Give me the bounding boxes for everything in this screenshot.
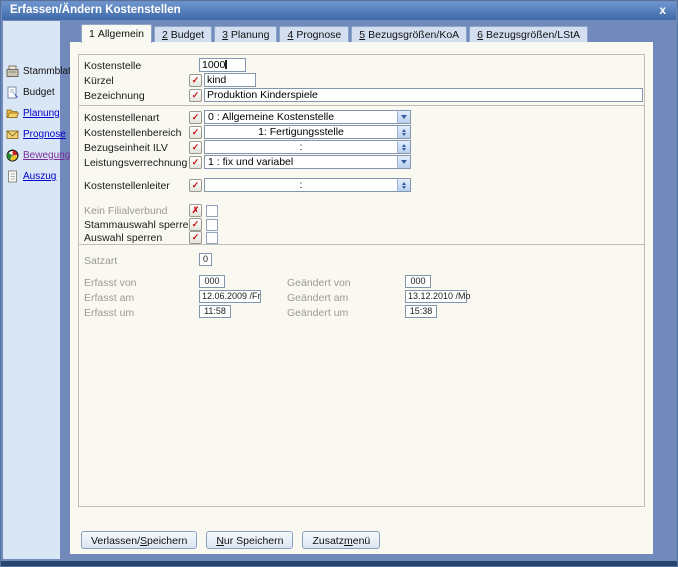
satzart-value: 0 xyxy=(199,253,212,266)
erfasst-um-label: Erfasst um xyxy=(84,307,134,319)
app-window: Erfassen/Ändern Kostenstellen x Stammbla… xyxy=(0,0,678,567)
window-title: Erfassen/Ändern Kostenstellen xyxy=(10,4,181,16)
geaendert-von-value: 000 xyxy=(405,275,431,288)
document-pen-icon xyxy=(6,86,19,99)
sidebar-label: Auszug xyxy=(23,171,56,182)
footer-button-bar: Verlassen/Speichern Nur Speichern Zusatz… xyxy=(81,531,380,549)
tab-page-allgemein: Kostenstelle 1000 Kürzel ✓ kind Bezeichn… xyxy=(70,42,653,554)
bezeichnung-input[interactable]: Produktion Kinderspiele xyxy=(204,88,643,102)
sidebar-item-bewegung[interactable]: Bewegung xyxy=(3,149,60,162)
tab-prognose[interactable]: 4Prognose xyxy=(279,26,349,43)
dropdown-arrow-icon[interactable] xyxy=(397,156,410,168)
sidebar-item-prognose[interactable]: Prognose xyxy=(3,128,60,141)
satzart-label: Satzart xyxy=(84,255,117,267)
window-bottom-edge xyxy=(1,561,677,566)
sidebar-item-stammblatt[interactable]: Stammblatt xyxy=(3,65,60,78)
spinner-updown-icon[interactable] xyxy=(397,126,410,138)
kuerzel-label: Kürzel xyxy=(84,75,114,87)
kein-filialverbund-label: Kein Filialverbund xyxy=(84,205,167,217)
color-wheel-icon xyxy=(6,149,19,162)
form-group: Kostenstelle 1000 Kürzel ✓ kind Bezeichn… xyxy=(78,54,645,507)
spinner-updown-icon[interactable] xyxy=(397,141,410,153)
field-check-icon[interactable]: ✓ xyxy=(189,126,202,139)
zusatzmenu-button[interactable]: Zusatzmenü xyxy=(302,531,380,549)
auswahl-sperren-label: Auswahl sperren xyxy=(84,232,162,244)
geaendert-von-label: Geändert von xyxy=(287,277,351,289)
erfasst-von-value: 000 xyxy=(199,275,225,288)
stammauswahl-sperren-label: Stammauswahl sperren xyxy=(84,219,194,231)
separator xyxy=(79,244,644,245)
auswahl-sperren-checkbox[interactable] xyxy=(206,232,218,244)
sidebar-label: Prognose xyxy=(23,129,66,140)
close-button[interactable]: x xyxy=(659,2,666,19)
tab-bezugsgroessen-lsta[interactable]: 6Bezugsgrößen/LStA xyxy=(469,26,588,43)
field-check-icon[interactable]: ✓ xyxy=(189,141,202,154)
bezugseinheit-ilv-label: Bezugseinheit ILV xyxy=(84,142,168,154)
kostenstellenart-dropdown[interactable]: 0 : Allgemeine Kostenstelle xyxy=(204,110,411,124)
sidebar: Stammblatt Budget Planung Prognose xyxy=(3,21,60,559)
dropdown-arrow-icon[interactable] xyxy=(397,111,410,123)
text-caret xyxy=(225,60,227,69)
sidebar-label: Bewegung xyxy=(23,150,70,161)
separator xyxy=(79,105,644,106)
erfasst-am-label: Erfasst am xyxy=(84,292,134,304)
leistungsverrechnung-label: Leistungsverrechnung xyxy=(84,157,187,169)
geaendert-um-label: Geändert um xyxy=(287,307,348,319)
sidebar-item-budget[interactable]: Budget xyxy=(3,86,60,99)
open-folder-icon xyxy=(6,107,19,120)
letter-icon xyxy=(6,128,19,141)
kostenstellenbereich-label: Kostenstellenbereich xyxy=(84,127,181,139)
kostenstelle-input[interactable]: 1000 xyxy=(199,58,246,72)
tab-allgemein[interactable]: 1Allgemein xyxy=(81,24,152,43)
geaendert-am-label: Geändert am xyxy=(287,292,348,304)
erfasst-von-label: Erfasst von xyxy=(84,277,137,289)
erfasst-am-value: 12.06.2009 /Fr xyxy=(199,290,261,303)
tab-budget[interactable]: 2Budget xyxy=(154,26,212,43)
field-check-icon[interactable]: ✓ xyxy=(189,231,202,244)
geaendert-am-value: 13.12.2010 /Mo xyxy=(405,290,467,303)
sidebar-label: Stammblatt xyxy=(23,66,74,77)
tab-planung[interactable]: 3Planung xyxy=(214,26,277,43)
geaendert-um-value: 15:38 xyxy=(405,305,437,318)
field-check-icon[interactable]: ✓ xyxy=(189,179,202,192)
card-file-icon xyxy=(6,65,19,78)
kostenstellenleiter-label: Kostenstellenleiter xyxy=(84,180,170,192)
page-icon xyxy=(6,170,19,183)
field-check-icon[interactable]: ✓ xyxy=(189,74,202,87)
stammauswahl-sperren-checkbox[interactable] xyxy=(206,219,218,231)
kostenstellenleiter-spinner[interactable]: : xyxy=(204,178,411,192)
nur-speichern-button[interactable]: Nur Speichern xyxy=(206,531,293,549)
bezeichnung-label: Bezeichnung xyxy=(84,90,145,102)
tab-bezugsgroessen-koa[interactable]: 5Bezugsgrößen/KoA xyxy=(351,26,467,43)
field-check-icon[interactable]: ✓ xyxy=(189,89,202,102)
leistungsverrechnung-dropdown[interactable]: 1 : fix und variabel xyxy=(204,155,411,169)
spinner-updown-icon[interactable] xyxy=(397,179,410,191)
sidebar-label: Planung xyxy=(23,108,60,119)
tab-strip: 1Allgemein 2Budget 3Planung 4Prognose 5B… xyxy=(81,24,590,43)
field-check-icon[interactable]: ✓ xyxy=(189,156,202,169)
field-cross-icon[interactable]: ✗ xyxy=(189,204,202,217)
kostenstelle-label: Kostenstelle xyxy=(84,60,141,72)
verlassen-speichern-button[interactable]: Verlassen/Speichern xyxy=(81,531,197,549)
kostenstellenart-label: Kostenstellenart xyxy=(84,112,159,124)
sidebar-label: Budget xyxy=(23,87,55,98)
erfasst-um-value: 11:58 xyxy=(199,305,231,318)
kuerzel-input[interactable]: kind xyxy=(204,73,256,87)
kein-filialverbund-checkbox xyxy=(206,205,218,217)
sidebar-item-planung[interactable]: Planung xyxy=(3,107,60,120)
field-check-icon[interactable]: ✓ xyxy=(189,218,202,231)
kostenstellenbereich-spinner[interactable]: 1: Fertigungsstelle xyxy=(204,125,411,139)
bezugseinheit-ilv-spinner[interactable]: : xyxy=(204,140,411,154)
sidebar-item-auszug[interactable]: Auszug xyxy=(3,170,60,183)
titlebar: Erfassen/Ändern Kostenstellen x xyxy=(2,2,676,20)
field-check-icon[interactable]: ✓ xyxy=(189,111,202,124)
